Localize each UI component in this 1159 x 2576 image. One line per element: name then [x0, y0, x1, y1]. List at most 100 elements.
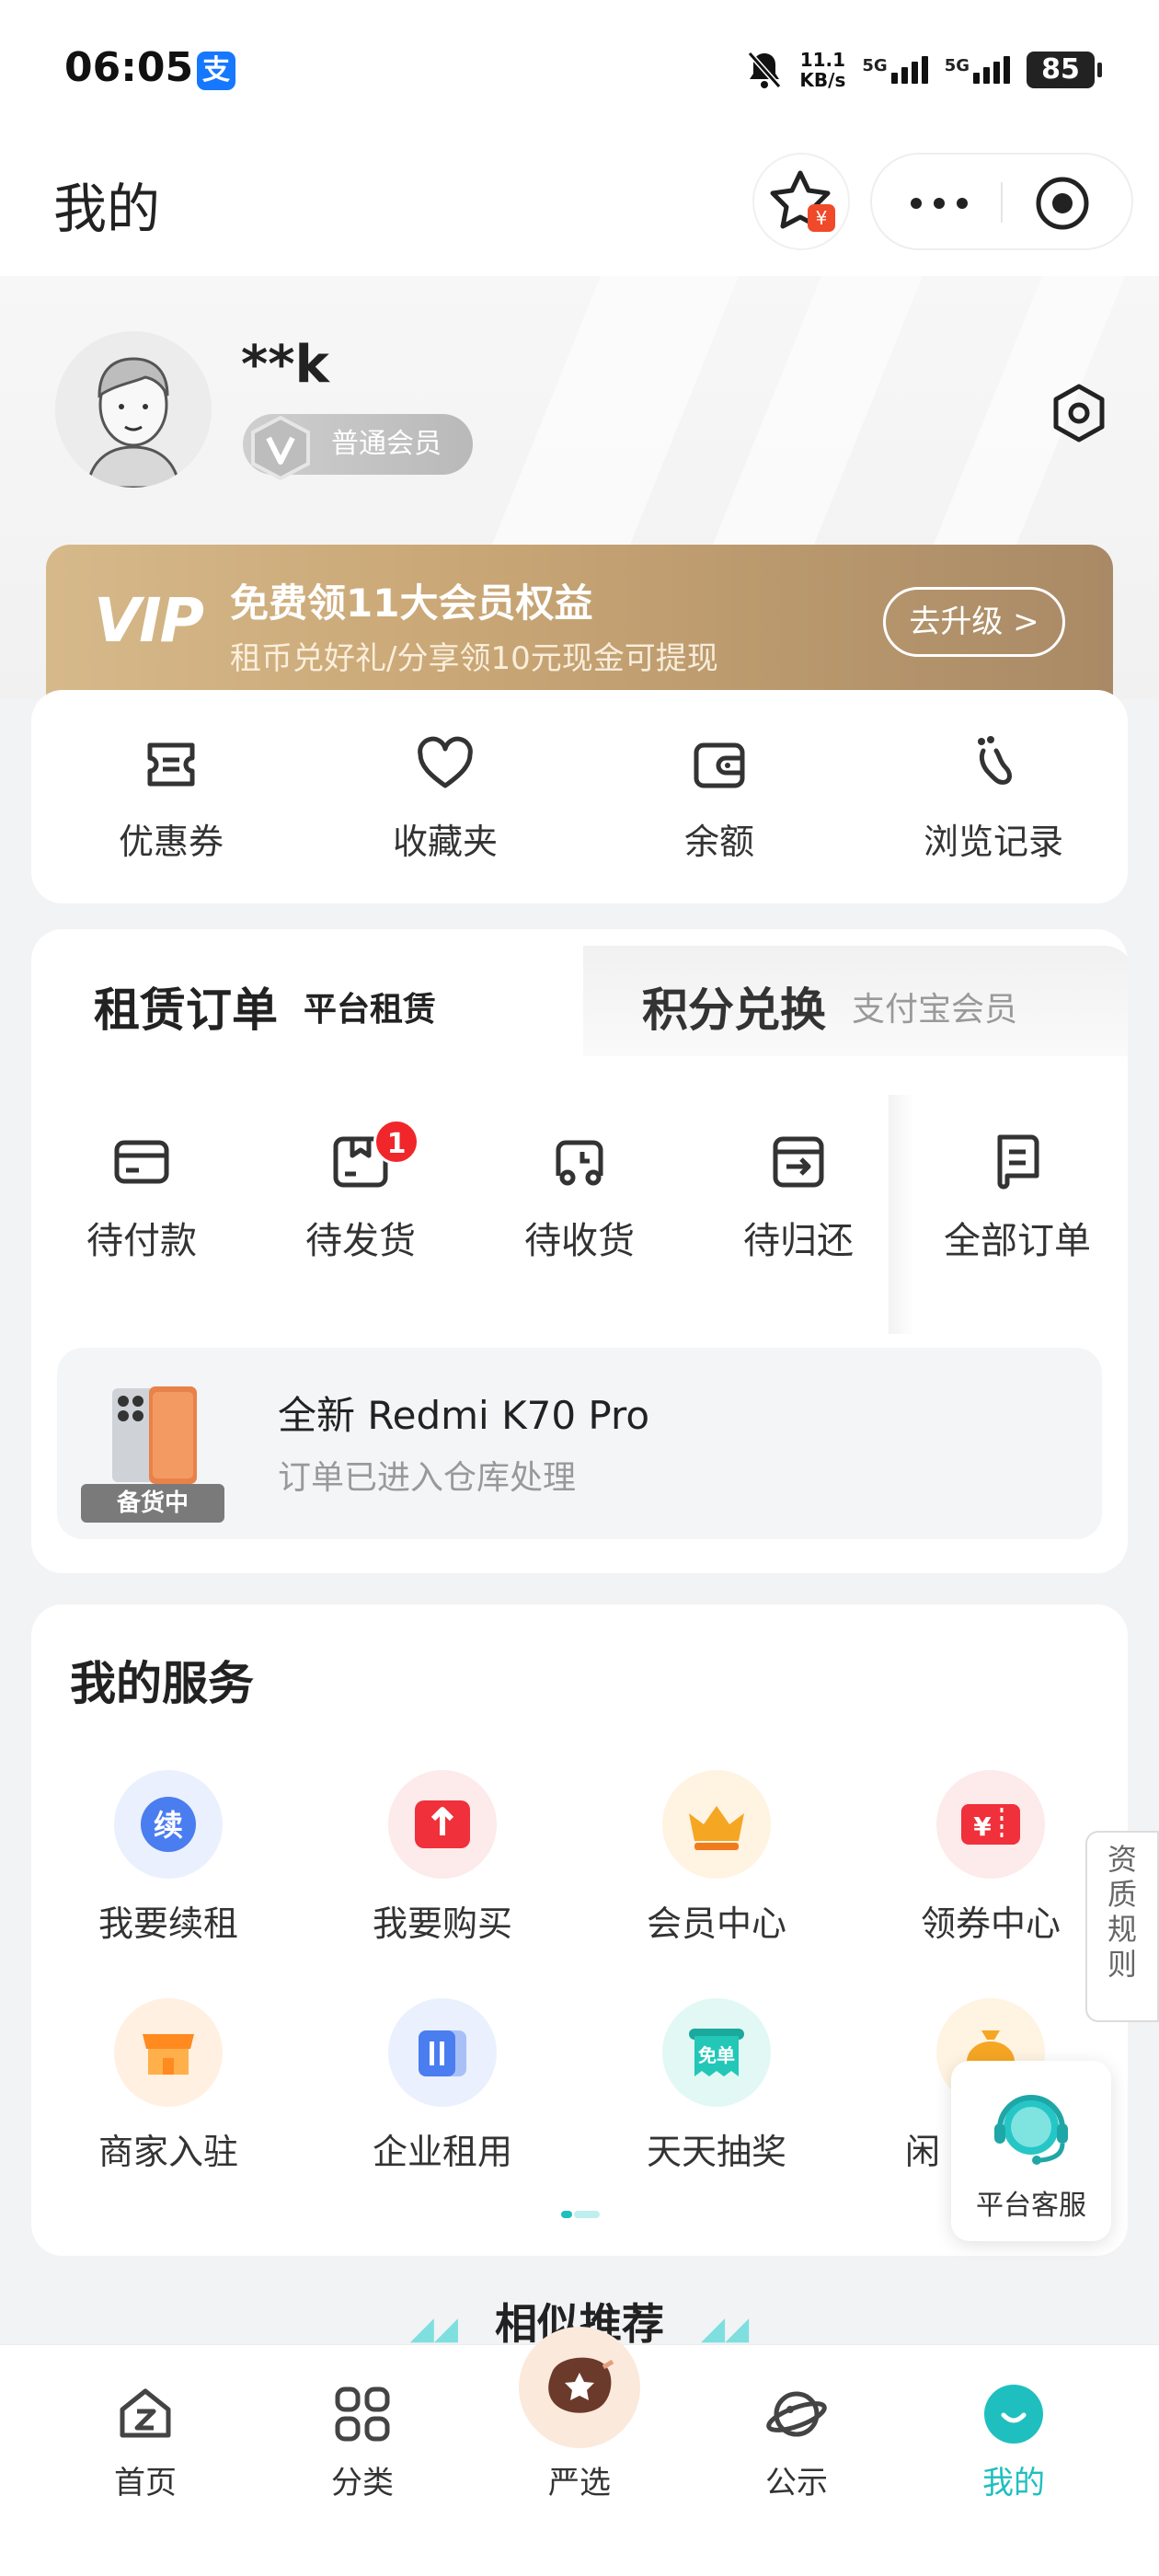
service-merchant-join[interactable]: 商家入驻	[31, 1998, 305, 2174]
tab-label: 我的	[982, 2465, 1045, 2501]
quick-action-label: 余额	[683, 822, 754, 862]
ticket-icon: ¥	[936, 1770, 1045, 1879]
headset-icon	[994, 2095, 1068, 2165]
status-bar: 06:05 支 11.1 KB/s 5G 5G 85	[0, 0, 1159, 138]
renew-glyph: 续	[154, 1808, 183, 1843]
quick-action-coupon[interactable]: 优惠券	[52, 732, 291, 864]
signal-bars-icon	[890, 56, 928, 84]
upgrade-button[interactable]: 去升级 >	[883, 587, 1065, 657]
quick-action-history[interactable]: 浏览记录	[874, 732, 1113, 864]
return-icon	[773, 1136, 824, 1188]
tab-points-exchange[interactable]: 积分兑换	[642, 973, 826, 1040]
decor-left: ◢◢	[409, 2310, 458, 2347]
alipay-icon: 支	[197, 52, 235, 90]
services-title: 我的服务	[70, 1657, 254, 1710]
order-status-to-ship[interactable]: 待发货	[250, 1130, 471, 1264]
quick-action-label: 收藏夹	[392, 822, 498, 862]
order-status-label: 待发货	[305, 1220, 416, 1262]
tab-label: 严选	[548, 2465, 611, 2501]
order-status-to-return[interactable]: 待归还	[688, 1130, 909, 1264]
qualification-rules-tab[interactable]: 资质规则	[1085, 1831, 1159, 2022]
order-status-label: 全部订单	[944, 1220, 1091, 1262]
signal-bars-icon	[973, 56, 1010, 84]
stock-status-tag: 备货中	[81, 1484, 224, 1523]
vip-logo: VIP	[94, 585, 204, 656]
enterprise-icon	[388, 1998, 497, 2107]
order-progress-text: 订单已进入仓库处理	[278, 1459, 577, 1497]
order-status-unpaid[interactable]: 待付款	[31, 1130, 252, 1264]
mini-program-capsule	[870, 153, 1133, 250]
order-status-label: 待收货	[524, 1220, 635, 1262]
customer-service-button[interactable]: 平台客服	[951, 2061, 1111, 2241]
orders-card: 租赁订单 平台租赁 积分兑换 支付宝会员 待付款 待发货 1 待收货 待归还 全…	[31, 929, 1128, 1573]
status-icons: 11.1 KB/s 5G 5G 85	[746, 46, 1102, 94]
sim2-label: 5G	[944, 56, 970, 75]
order-status-label: 待付款	[86, 1220, 197, 1262]
service-label: 天天抽奖	[646, 2132, 786, 2172]
shop-icon	[114, 1998, 223, 2107]
order-count-badge: 1	[373, 1119, 419, 1165]
product-thumbnail	[112, 1386, 197, 1484]
lottery-icon: 免单	[662, 1998, 771, 2107]
crown-icon	[662, 1770, 771, 1879]
service-buy[interactable]: 我要购买	[305, 1770, 580, 1946]
tab-mine[interactable]: 我的	[922, 2382, 1106, 2502]
selection-icon[interactable]	[519, 2327, 640, 2448]
vip-title: 免费领11大会员权益	[230, 581, 593, 626]
product-name: 全新 Redmi K70 Pro	[278, 1393, 650, 1438]
order-status-all[interactable]: 全部订单	[907, 1130, 1128, 1264]
planet-icon	[766, 2391, 827, 2437]
quick-actions: 优惠券 收藏夹 余额 浏览记录	[31, 690, 1128, 903]
close-target-icon[interactable]	[1034, 175, 1091, 232]
card-icon	[114, 1140, 169, 1184]
service-daily-lottery[interactable]: 免单 天天抽奖	[580, 1998, 854, 2174]
mute-bell-icon	[748, 52, 782, 88]
tab-home[interactable]: 首页	[53, 2382, 237, 2502]
favorite-badge: ¥	[816, 207, 828, 229]
footprint-icon	[978, 736, 1012, 785]
tab-rental-orders[interactable]: 租赁订单	[94, 973, 278, 1040]
tab-label: 分类	[331, 2465, 394, 2501]
service-label: 我要购买	[372, 1903, 512, 1944]
tab-public-notice[interactable]: 公示	[705, 2382, 889, 2502]
capsule-divider	[1001, 182, 1003, 223]
quick-action-label: 优惠券	[118, 822, 224, 862]
service-label: 企业租用	[372, 2132, 512, 2172]
wallet-icon	[694, 742, 745, 788]
star-icon: ¥	[770, 170, 835, 232]
quick-action-favorites[interactable]: 收藏夹	[326, 732, 565, 864]
side-tab-label: 资质规则	[1107, 1842, 1137, 1982]
quick-action-balance[interactable]: 余额	[600, 732, 839, 864]
document-icon	[997, 1134, 1039, 1190]
service-label: 会员中心	[646, 1903, 786, 1944]
ticket-glyph: ¥	[973, 1811, 992, 1842]
tab-points-exchange-sub: 支付宝会员	[852, 991, 1018, 1029]
favorite-mini-program-button[interactable]: ¥	[752, 153, 850, 250]
customer-service-label: 平台客服	[976, 2190, 1086, 2222]
vip-subtitle: 租币兑好礼/分享领10元现金可提现	[230, 640, 718, 677]
avatar-face-icon	[55, 331, 212, 488]
recent-order-card[interactable]: 备货中 全新 Redmi K70 Pro 订单已进入仓库处理	[57, 1348, 1102, 1539]
bottom-tab-bar: 首页 分类 严选 公示 我的	[0, 2327, 1159, 2576]
decor-right: ◢◢	[701, 2310, 750, 2347]
more-icon[interactable]	[907, 190, 971, 217]
tab-label: 首页	[114, 2465, 177, 2501]
username: **k	[241, 335, 329, 395]
page-title: 我的	[53, 178, 161, 240]
coupon-icon	[147, 742, 195, 787]
signal-sim2: 5G	[945, 56, 1010, 84]
avatar[interactable]	[55, 331, 212, 488]
page-header: 我的 ¥	[0, 138, 1159, 276]
home-icon	[120, 2388, 171, 2438]
service-renew[interactable]: 续 我要续租	[31, 1770, 305, 1946]
settings-icon[interactable]	[1047, 381, 1111, 445]
signal-sim1: 5G	[862, 56, 928, 84]
speed-value: 11.1	[799, 49, 846, 71]
service-member-center[interactable]: 会员中心	[580, 1770, 854, 1946]
tab-category[interactable]: 分类	[270, 2382, 454, 2502]
buy-icon	[388, 1770, 497, 1879]
order-status-to-receive[interactable]: 待收货	[469, 1130, 690, 1264]
service-enterprise-rent[interactable]: 企业租用	[305, 1998, 580, 2174]
vip-banner[interactable]: VIP 免费领11大会员权益 租币兑好礼/分享领10元现金可提现 去升级 >	[46, 545, 1113, 699]
category-icon	[335, 2386, 390, 2442]
